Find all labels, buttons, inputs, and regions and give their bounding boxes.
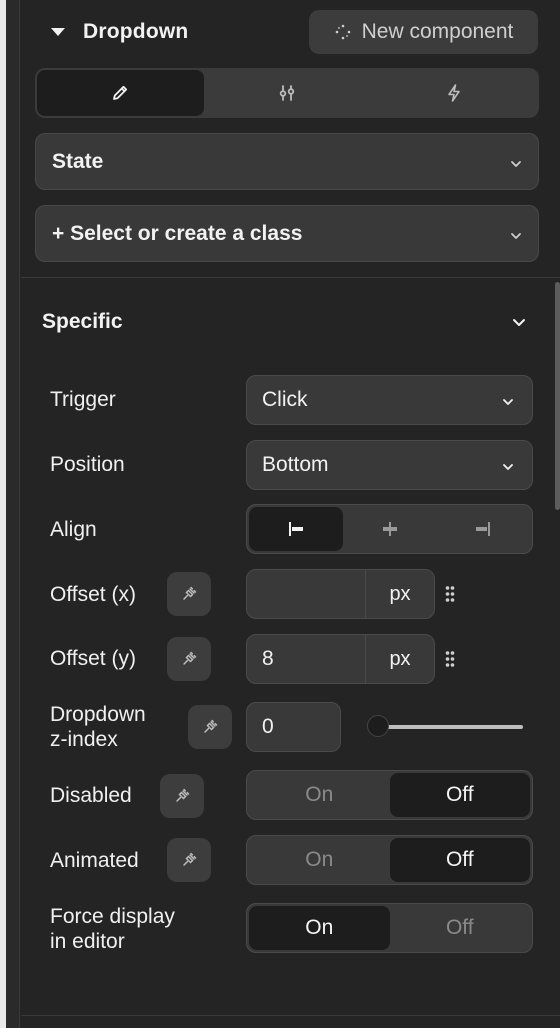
animated-label: Animated xyxy=(50,849,139,872)
element-title: Dropdown xyxy=(83,20,189,43)
position-label: Position xyxy=(50,453,125,476)
trigger-label: Trigger xyxy=(50,388,116,411)
tab-interactions[interactable] xyxy=(370,70,537,116)
offset-y-label: Offset (y) xyxy=(50,647,136,670)
align-end-icon xyxy=(476,522,491,536)
force-display-off-option[interactable]: Off xyxy=(390,906,531,950)
section-divider xyxy=(21,277,560,278)
chevron-down-icon xyxy=(508,154,524,178)
state-select[interactable]: State xyxy=(35,133,539,190)
position-value: Bottom xyxy=(262,453,329,476)
offset-y-unit[interactable]: px xyxy=(366,635,434,683)
panel-tabs xyxy=(35,68,539,118)
left-edge-strip xyxy=(0,0,20,1028)
plug-icon xyxy=(183,586,197,600)
align-end-button[interactable] xyxy=(436,507,530,551)
plug-icon xyxy=(176,788,190,802)
trigger-select[interactable]: Click xyxy=(246,375,533,425)
zindex-input[interactable]: 0 xyxy=(246,702,341,752)
zindex-label: Dropdown z-index xyxy=(50,702,146,752)
align-label: Align xyxy=(50,518,97,541)
animated-off-option[interactable]: Off xyxy=(389,838,530,882)
animated-toggle: On Off xyxy=(246,835,533,885)
trigger-value: Click xyxy=(262,388,308,411)
pencil-icon xyxy=(113,85,128,100)
offset-x-label: Offset (x) xyxy=(50,583,136,606)
sliders-icon xyxy=(279,85,295,101)
align-start-icon xyxy=(288,522,303,536)
force-display-label-line1: Force display xyxy=(50,905,175,928)
element-header-toggle[interactable]: Dropdown xyxy=(51,18,188,46)
bind-property-button[interactable] xyxy=(160,774,204,818)
chevron-down-icon xyxy=(500,392,516,416)
force-display-toggle: On Off xyxy=(246,903,533,953)
align-center-button[interactable] xyxy=(343,507,437,551)
disabled-toggle: On Off xyxy=(246,770,533,820)
new-component-button[interactable]: New component xyxy=(309,10,538,54)
disabled-on-option[interactable]: On xyxy=(249,773,390,817)
disabled-label: Disabled xyxy=(50,784,132,807)
align-center-icon xyxy=(382,522,397,536)
chevron-down-icon xyxy=(508,226,524,250)
tab-style[interactable] xyxy=(37,70,204,116)
plug-icon xyxy=(183,852,197,866)
caret-down-icon xyxy=(51,28,65,36)
sparkle-icon xyxy=(335,24,350,40)
class-select[interactable]: + Select or create a class xyxy=(35,205,539,262)
tab-settings[interactable] xyxy=(204,70,371,116)
offset-y-value[interactable]: 8 xyxy=(247,635,366,683)
bind-property-button[interactable] xyxy=(167,637,211,681)
class-select-label: + Select or create a class xyxy=(52,221,303,245)
settings-panel: Dropdown New component State + Select or… xyxy=(21,0,560,1028)
drag-handle-icon[interactable] xyxy=(445,650,455,668)
state-select-label: State xyxy=(52,149,104,173)
collapse-chevron-icon[interactable] xyxy=(509,312,529,337)
force-display-label: Force display in editor xyxy=(50,904,175,954)
offset-x-unit[interactable]: px xyxy=(366,570,434,618)
force-display-label-line2: in editor xyxy=(50,930,125,953)
align-segmented-control xyxy=(246,504,533,554)
align-start-button[interactable] xyxy=(249,507,343,551)
force-display-on-option[interactable]: On xyxy=(249,906,390,950)
offset-x-input[interactable]: px xyxy=(246,569,435,619)
section-divider xyxy=(21,1015,560,1016)
section-title[interactable]: Specific xyxy=(42,310,123,334)
bind-property-button[interactable] xyxy=(188,705,232,749)
zindex-label-line2: z-index xyxy=(50,728,118,751)
zindex-slider-track[interactable] xyxy=(378,725,523,729)
scrollbar[interactable] xyxy=(555,282,560,510)
chevron-down-icon xyxy=(500,457,516,481)
bind-property-button[interactable] xyxy=(167,572,211,616)
disabled-off-option[interactable]: Off xyxy=(389,773,530,817)
animated-on-option[interactable]: On xyxy=(249,838,390,882)
offset-y-input[interactable]: 8 px xyxy=(246,634,435,684)
zindex-slider-thumb[interactable] xyxy=(367,715,389,737)
new-component-label: New component xyxy=(361,20,514,43)
bind-property-button[interactable] xyxy=(167,838,211,882)
plug-icon xyxy=(183,651,197,665)
plug-icon xyxy=(204,719,218,733)
drag-handle-icon[interactable] xyxy=(445,585,455,603)
position-select[interactable]: Bottom xyxy=(246,440,533,490)
offset-x-value[interactable] xyxy=(247,570,366,618)
lightning-icon xyxy=(447,84,460,102)
zindex-label-line1: Dropdown xyxy=(50,703,146,726)
